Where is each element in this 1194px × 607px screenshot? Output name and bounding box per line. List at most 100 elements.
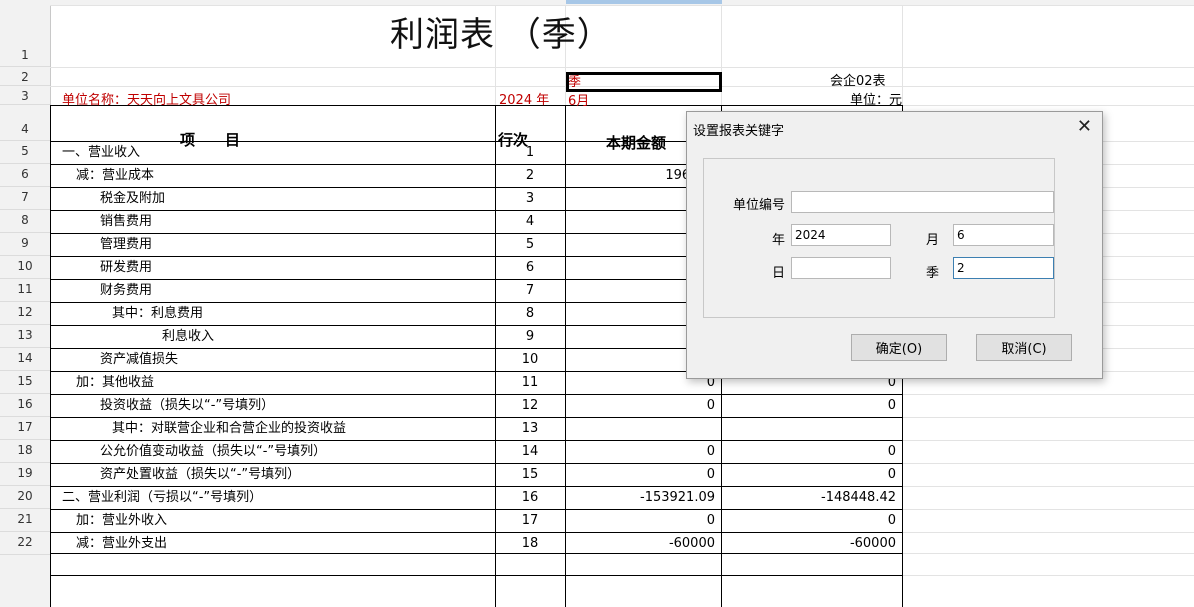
- row-item-name[interactable]: 加：营业外收入: [76, 511, 167, 531]
- row-number[interactable]: 14: [0, 348, 50, 371]
- row-number[interactable]: 12: [0, 302, 50, 325]
- row-current-amount[interactable]: 0: [565, 442, 715, 462]
- report-keyword-dialog: 设置报表关键字 ✕ 单位编号 年 月 日 季 确定(O) 取消(C): [686, 111, 1103, 379]
- gridline: [50, 575, 902, 576]
- quarter-label: 季: [925, 266, 939, 281]
- row-line-no[interactable]: 1: [495, 143, 565, 163]
- row-number[interactable]: 13: [0, 325, 50, 348]
- row-number[interactable]: 19: [0, 463, 50, 486]
- row-line-no[interactable]: 6: [495, 258, 565, 278]
- row-line-no[interactable]: 16: [495, 488, 565, 508]
- row-line-no[interactable]: 14: [495, 442, 565, 462]
- gridline: [50, 463, 902, 464]
- row-item-name[interactable]: 加：其他收益: [76, 373, 154, 393]
- quarter-input[interactable]: [953, 257, 1054, 279]
- row-item-name[interactable]: 利息收入: [162, 327, 214, 347]
- gridline: [50, 486, 902, 487]
- row-number[interactable]: 8: [0, 210, 50, 233]
- row-line-no[interactable]: 9: [495, 327, 565, 347]
- row-item-name[interactable]: 二、营业利润（亏损以“-”号填列）: [62, 488, 262, 508]
- row-number[interactable]: 21: [0, 509, 50, 532]
- row-line-no[interactable]: 7: [495, 281, 565, 301]
- row-number[interactable]: 7: [0, 187, 50, 210]
- row-previous-amount[interactable]: 0: [721, 396, 896, 416]
- row-line-no[interactable]: 13: [495, 419, 565, 439]
- row-previous-amount[interactable]: 0: [721, 465, 896, 485]
- row-number[interactable]: 17: [0, 417, 50, 440]
- row-number[interactable]: 20: [0, 486, 50, 509]
- row-item-name[interactable]: 销售费用: [100, 212, 152, 232]
- row-number[interactable]: 1: [0, 5, 50, 67]
- row-line-no[interactable]: 5: [495, 235, 565, 255]
- row-previous-amount[interactable]: 0: [721, 511, 896, 531]
- row-previous-amount[interactable]: -60000: [721, 534, 896, 554]
- row-line-no[interactable]: 17: [495, 511, 565, 531]
- report-year[interactable]: 2024 年: [499, 91, 549, 111]
- row-line-no[interactable]: 10: [495, 350, 565, 370]
- day-input[interactable]: [791, 257, 891, 279]
- row-current-amount[interactable]: 0: [565, 396, 715, 416]
- row-line-no[interactable]: 2: [495, 166, 565, 186]
- row-line-no[interactable]: 18: [495, 534, 565, 554]
- gridline: [50, 105, 51, 607]
- row-number[interactable]: 11: [0, 279, 50, 302]
- row-number[interactable]: 22: [0, 532, 50, 555]
- row-line-no[interactable]: 11: [495, 373, 565, 393]
- row-item-name[interactable]: 其中：对联营企业和合营企业的投资收益: [112, 419, 346, 439]
- gridline: [50, 509, 902, 510]
- year-input[interactable]: [791, 224, 891, 246]
- row-number[interactable]: 4: [0, 105, 50, 141]
- header-item: 项 目: [180, 131, 241, 149]
- month-input[interactable]: [953, 224, 1054, 246]
- ok-button[interactable]: 确定(O): [851, 334, 947, 361]
- row-previous-amount[interactable]: -148448.42: [721, 488, 896, 508]
- row-line-no[interactable]: 3: [495, 189, 565, 209]
- report-month[interactable]: 6月: [568, 92, 589, 112]
- row-item-name[interactable]: 其中：利息费用: [112, 304, 203, 324]
- unit-label: 单位：元: [850, 93, 903, 108]
- row-number[interactable]: 5: [0, 141, 50, 164]
- row-number[interactable]: 10: [0, 256, 50, 279]
- gridline: [50, 67, 1194, 68]
- row-item-name[interactable]: 研发费用: [100, 258, 152, 278]
- row-item-name[interactable]: 管理费用: [100, 235, 152, 255]
- row-item-name[interactable]: 税金及附加: [100, 189, 165, 209]
- row-number[interactable]: 18: [0, 440, 50, 463]
- selection-border-bottom: [566, 89, 722, 92]
- row-item-name[interactable]: 一、营业收入: [62, 143, 140, 163]
- row-current-amount[interactable]: -153921.09: [565, 488, 715, 508]
- row-line-no[interactable]: 4: [495, 212, 565, 232]
- row-current-amount[interactable]: 0: [565, 511, 715, 531]
- row-item-name[interactable]: 公允价值变动收益（损失以“-”号填列）: [100, 442, 326, 462]
- selection-border-right: [719, 72, 722, 92]
- row-item-name[interactable]: 资产处置收益（损失以“-”号填列）: [100, 465, 300, 485]
- gridline: [902, 5, 903, 105]
- row-item-name[interactable]: 减：营业外支出: [76, 534, 167, 554]
- row-number[interactable]: 6: [0, 164, 50, 187]
- row-line-no[interactable]: 12: [495, 396, 565, 416]
- cancel-button[interactable]: 取消(C): [976, 334, 1072, 361]
- unit-no-input[interactable]: [791, 191, 1054, 213]
- row-previous-amount[interactable]: 0: [721, 442, 896, 462]
- row-item-name[interactable]: 减：营业成本: [76, 166, 154, 186]
- row-item-name[interactable]: 资产减值损失: [100, 350, 178, 370]
- gridline: [50, 532, 902, 533]
- row-number[interactable]: 9: [0, 233, 50, 256]
- close-icon[interactable]: ✕: [1077, 116, 1092, 138]
- report-title: 利润表 （季）: [390, 15, 612, 55]
- selection-border-top: [566, 72, 722, 75]
- row-item-name[interactable]: 投资收益（损失以“-”号填列）: [100, 396, 274, 416]
- row-line-no[interactable]: 8: [495, 304, 565, 324]
- row-current-amount[interactable]: -60000: [565, 534, 715, 554]
- dialog-title: 设置报表关键字: [693, 124, 785, 139]
- row-number[interactable]: 2: [0, 67, 50, 86]
- row-current-amount[interactable]: 0: [565, 465, 715, 485]
- gridline: [50, 417, 902, 418]
- row-number[interactable]: 3: [0, 86, 50, 105]
- day-label: 日: [771, 266, 785, 281]
- row-item-name[interactable]: 财务费用: [100, 281, 152, 301]
- company-name[interactable]: 单位名称：天天向上文具公司: [62, 91, 231, 111]
- row-line-no[interactable]: 15: [495, 465, 565, 485]
- row-number[interactable]: 16: [0, 394, 50, 417]
- row-number[interactable]: 15: [0, 371, 50, 394]
